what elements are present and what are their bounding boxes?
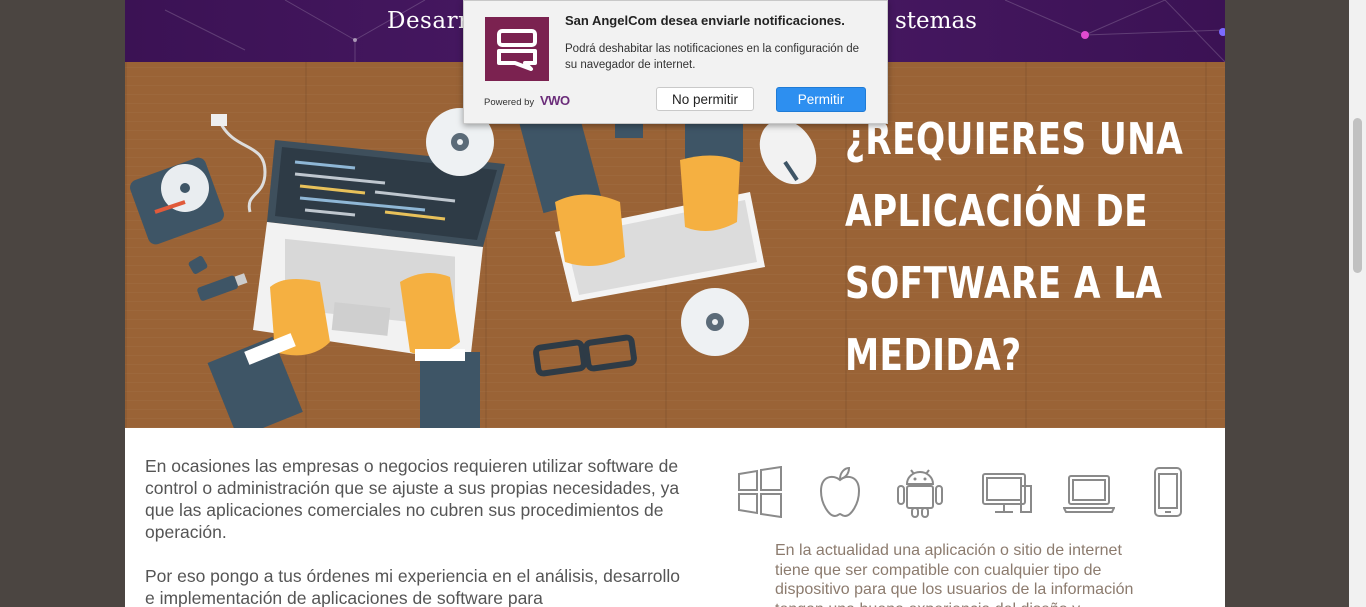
- notification-body: Podrá deshabitar las notificaciones en l…: [565, 43, 860, 71]
- page-scrollbar[interactable]: [1349, 0, 1366, 607]
- smartphone-icon: [1154, 467, 1182, 517]
- banner-title-left: Desarr: [387, 8, 470, 34]
- usb-cable-icon: [218, 121, 267, 213]
- banner-title-right: stemas: [895, 8, 977, 34]
- hero-heading-line: SOFTWARE A LA: [845, 258, 1163, 309]
- hero-heading-line: APLICACIÓN DE: [845, 186, 1148, 237]
- hero-heading-line: MEDIDA?: [845, 330, 1022, 381]
- powered-by-label: Powered by: [484, 97, 535, 108]
- apple-icon: [819, 466, 861, 518]
- vwo-logo: VWO: [540, 93, 570, 108]
- device-icons-row: [735, 466, 1195, 518]
- glasses-illustration: [533, 334, 637, 377]
- hero-heading: ¿REQUIERES UNA APLICACIÓN DE SOFTWARE A …: [845, 104, 1183, 392]
- android-icon: [897, 469, 943, 518]
- intro-paragraph: En ocasiones las empresas o negocios req…: [145, 456, 680, 542]
- desktop-icon: [982, 473, 1032, 513]
- scrollbar-thumb[interactable]: [1353, 118, 1362, 273]
- network-node: [1219, 28, 1225, 36]
- windows-icon: [738, 466, 782, 518]
- allow-button[interactable]: Permitir: [776, 87, 866, 112]
- sanangelcom-logo: [485, 17, 549, 81]
- compatibility-text: En la actualidad una aplicación o sitio …: [775, 542, 1134, 607]
- intro-text: En ocasiones las empresas o negocios req…: [145, 455, 685, 607]
- network-node: [353, 38, 357, 42]
- notification-title: San AngelCom desea enviarle notificacion…: [565, 13, 845, 28]
- laptop-icon: [1063, 475, 1115, 513]
- network-node: [1081, 31, 1089, 39]
- chat-icon: [497, 29, 537, 71]
- flash-drive-icon: [197, 273, 248, 301]
- hard-drive-icon: [130, 157, 224, 245]
- intro-paragraph: Por eso pongo a tus órdenes mi experienc…: [145, 566, 681, 607]
- deny-button[interactable]: No permitir: [656, 87, 754, 111]
- notification-prompt: San AngelCom desea enviarle notificacion…: [463, 0, 888, 124]
